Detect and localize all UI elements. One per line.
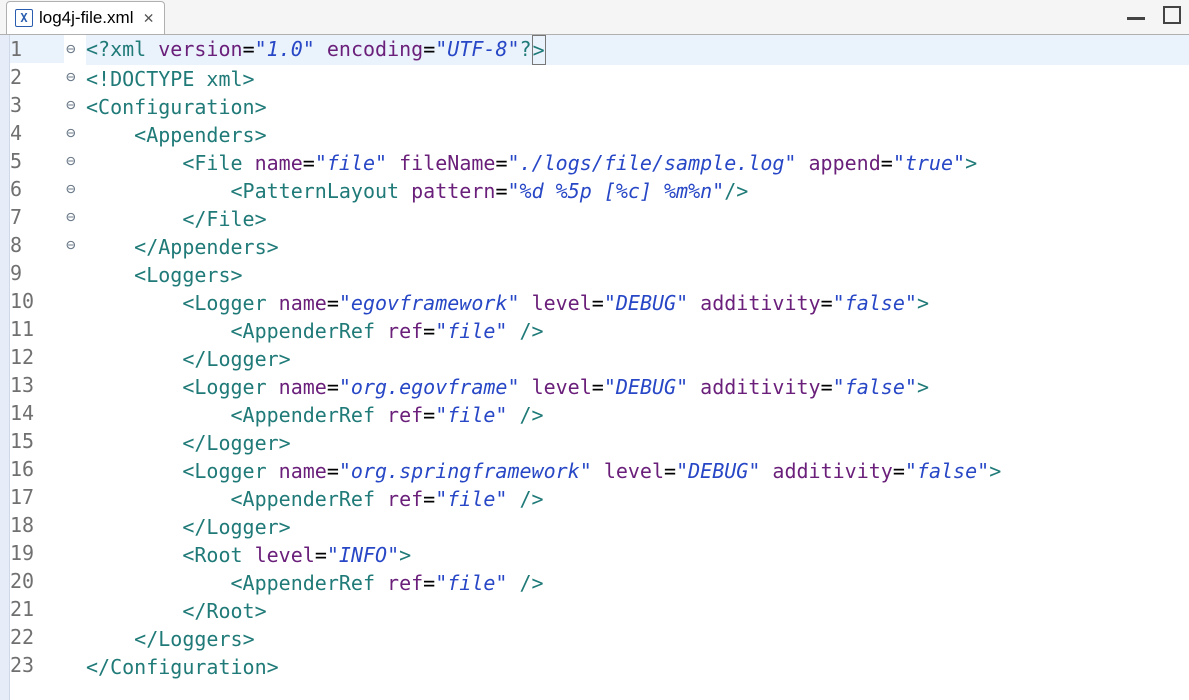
window-controls [1127, 6, 1181, 24]
line-number: 18 [10, 511, 64, 539]
overview-strip [0, 35, 10, 700]
line-number: 14 [10, 399, 64, 427]
line-number: 23 [10, 651, 64, 679]
line-number: 17 [10, 483, 64, 511]
line-number: 16 [10, 455, 64, 483]
code-line[interactable]: <File name="file" fileName="./logs/file/… [86, 149, 1189, 177]
fold-toggle[interactable]: ⊖ [66, 203, 84, 231]
line-number: 7 [10, 203, 64, 231]
line-number: 3 [10, 91, 64, 119]
line-number: 10 [10, 287, 64, 315]
fold-toggle[interactable]: ⊖ [66, 231, 84, 259]
fold-toggle[interactable]: ⊖ [66, 91, 84, 119]
fold-toggle[interactable]: ⊖ [66, 175, 84, 203]
code-line[interactable]: <Logger name="org.egovframe" level="DEBU… [86, 373, 1189, 401]
code-line[interactable]: <Loggers> [86, 261, 1189, 289]
code-line[interactable]: <!DOCTYPE xml> [86, 65, 1189, 93]
line-number: 6 [10, 175, 64, 203]
code-line[interactable]: <PatternLayout pattern="%d %5p [%c] %m%n… [86, 177, 1189, 205]
code-line[interactable]: <AppenderRef ref="file" /> [86, 317, 1189, 345]
code-line[interactable]: <AppenderRef ref="file" /> [86, 569, 1189, 597]
minimize-icon[interactable] [1127, 12, 1145, 20]
line-number: 11 [10, 315, 64, 343]
code-area[interactable]: <?xml version="1.0" encoding="UTF-8"?><!… [84, 35, 1189, 700]
fold-toggle[interactable]: ⊖ [66, 119, 84, 147]
code-line[interactable]: </Appenders> [86, 233, 1189, 261]
line-number: 22 [10, 623, 64, 651]
line-number: 5 [10, 147, 64, 175]
line-number-gutter: 1234567891011121314151617181920212223 [10, 35, 66, 700]
fold-gutter[interactable]: ⊖⊖⊖⊖⊖⊖⊖⊖ [66, 35, 84, 700]
maximize-icon[interactable] [1163, 6, 1181, 24]
code-line[interactable]: <Appenders> [86, 121, 1189, 149]
code-line[interactable]: </Logger> [86, 345, 1189, 373]
code-line[interactable]: <AppenderRef ref="file" /> [86, 401, 1189, 429]
line-number: 1 [10, 35, 64, 63]
line-number: 21 [10, 595, 64, 623]
code-line[interactable]: <AppenderRef ref="file" /> [86, 485, 1189, 513]
line-number: 8 [10, 231, 64, 259]
code-line[interactable]: </Logger> [86, 513, 1189, 541]
editor-tabbar: X log4j-file.xml ✕ [0, 0, 1189, 35]
code-line[interactable]: </Loggers> [86, 625, 1189, 653]
code-line[interactable]: <?xml version="1.0" encoding="UTF-8"?> [86, 35, 1189, 65]
code-line[interactable]: </Root> [86, 597, 1189, 625]
line-number: 19 [10, 539, 64, 567]
line-number: 13 [10, 371, 64, 399]
code-line[interactable]: </Logger> [86, 429, 1189, 457]
line-number: 2 [10, 63, 64, 91]
line-number: 12 [10, 343, 64, 371]
tab-label: log4j-file.xml [39, 8, 133, 28]
code-line[interactable]: </Configuration> [86, 653, 1189, 681]
xml-file-icon: X [15, 9, 33, 27]
line-number: 20 [10, 567, 64, 595]
fold-toggle[interactable]: ⊖ [66, 35, 84, 63]
fold-toggle[interactable]: ⊖ [66, 147, 84, 175]
code-editor[interactable]: 1234567891011121314151617181920212223 ⊖⊖… [0, 35, 1189, 700]
code-line[interactable]: </File> [86, 205, 1189, 233]
line-number: 4 [10, 119, 64, 147]
code-line[interactable]: <Logger name="org.springframework" level… [86, 457, 1189, 485]
line-number: 15 [10, 427, 64, 455]
close-icon[interactable]: ✕ [143, 8, 153, 28]
line-number: 9 [10, 259, 64, 287]
code-line[interactable]: <Logger name="egovframework" level="DEBU… [86, 289, 1189, 317]
code-line[interactable]: <Configuration> [86, 93, 1189, 121]
code-line[interactable]: <Root level="INFO"> [86, 541, 1189, 569]
tab-log4j-file[interactable]: X log4j-file.xml ✕ [6, 1, 165, 34]
fold-toggle[interactable]: ⊖ [66, 63, 84, 91]
